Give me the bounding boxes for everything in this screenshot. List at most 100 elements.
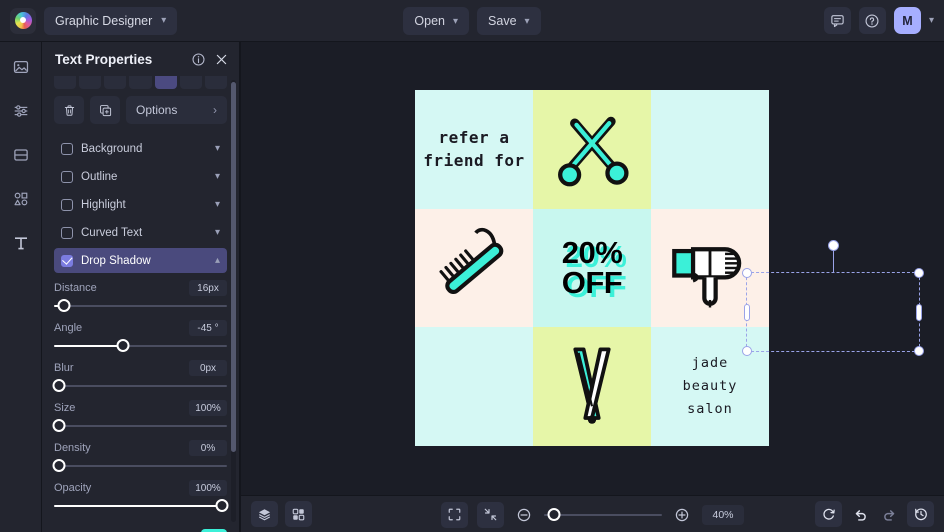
chevron-down-icon: ▾ xyxy=(214,171,220,182)
avatar[interactable]: M xyxy=(893,7,921,34)
section-outline[interactable]: Outline ▾ xyxy=(54,164,227,189)
delete-button[interactable] xyxy=(54,96,84,124)
section-label: Drop Shadow xyxy=(81,254,151,267)
artboard-cell-6[interactable] xyxy=(651,208,769,328)
align-center-button[interactable] xyxy=(154,76,177,89)
redo-button[interactable] xyxy=(878,503,900,525)
artboard-cell-9[interactable]: jade beauty salon xyxy=(651,327,769,446)
zoom-slider-track[interactable] xyxy=(544,507,662,522)
artboard-cell-1[interactable]: refer a friend for xyxy=(415,90,533,209)
chevron-down-icon: ▾ xyxy=(161,15,167,26)
close-button[interactable] xyxy=(214,52,229,67)
grid-button[interactable] xyxy=(285,501,312,527)
comb-icon xyxy=(439,227,504,295)
salon-name-text[interactable]: jade beauty salon xyxy=(683,352,738,421)
save-label: Save xyxy=(488,14,517,28)
artboard-cell-2[interactable] xyxy=(533,90,651,209)
zoom-slider-knob[interactable] xyxy=(547,507,561,521)
section-background[interactable]: Background ▾ xyxy=(54,136,227,161)
outline-checkbox[interactable] xyxy=(61,170,73,183)
distance-slider-knob[interactable] xyxy=(57,299,71,312)
artboard-cell-8[interactable] xyxy=(533,327,651,446)
refer-a-friend-text[interactable]: refer a friend for xyxy=(423,126,524,172)
resize-handle-top-right[interactable] xyxy=(914,268,924,278)
history-button[interactable] xyxy=(907,501,934,527)
zoom-level-value[interactable]: 40% xyxy=(702,504,744,525)
color-wheel-logo-icon xyxy=(14,12,32,29)
resize-handle-bottom-right[interactable] xyxy=(914,346,924,356)
reset-button[interactable] xyxy=(815,501,842,527)
options-button[interactable]: Options › xyxy=(126,96,227,124)
artboard[interactable]: refer a friend for 20% OFF jade beauty s… xyxy=(415,90,769,446)
account-chevron-down-icon[interactable]: ▾ xyxy=(929,15,934,26)
artboard-cell-4[interactable] xyxy=(415,208,533,328)
angle-slider-track[interactable] xyxy=(54,339,227,353)
sidebar-item-adjust[interactable] xyxy=(6,96,36,126)
artboard-cell-5[interactable]: 20% OFF xyxy=(533,208,651,328)
canvas-viewport[interactable]: refer a friend for 20% OFF jade beauty s… xyxy=(241,42,944,495)
text-icon xyxy=(14,237,27,250)
zoom-in-button[interactable] xyxy=(671,504,693,526)
open-button[interactable]: Open ▾ xyxy=(403,7,470,35)
rotate-handle[interactable] xyxy=(827,240,839,251)
duplicate-button[interactable] xyxy=(90,96,120,124)
collapse-button[interactable] xyxy=(477,501,504,528)
layers-button[interactable] xyxy=(251,501,278,527)
background-checkbox[interactable] xyxy=(61,142,73,155)
sidebar-item-layout[interactable] xyxy=(6,140,36,170)
section-drop-shadow[interactable]: Drop Shadow ▴ xyxy=(54,248,227,273)
document-name-chip[interactable]: Graphic Designer ▾ xyxy=(44,6,178,35)
align-left-button[interactable] xyxy=(129,76,152,89)
drop-shadow-checkbox[interactable] xyxy=(61,254,73,267)
app-logo[interactable] xyxy=(10,7,36,34)
section-curved-text[interactable]: Curved Text ▾ xyxy=(54,220,227,245)
adjustments-icon xyxy=(14,105,27,117)
options-label: Options xyxy=(136,103,178,117)
fit-screen-button[interactable] xyxy=(441,501,468,528)
artboard-cell-7[interactable] xyxy=(415,327,533,446)
size-slider-knob[interactable] xyxy=(52,419,66,432)
blur-slider-track[interactable] xyxy=(52,379,227,393)
align-justify-button[interactable] xyxy=(204,76,227,89)
layers-icon xyxy=(258,508,271,520)
comment-button[interactable] xyxy=(823,7,851,34)
density-slider-track[interactable] xyxy=(52,459,227,473)
size-slider-track[interactable] xyxy=(52,419,227,433)
artboard-cell-3[interactable] xyxy=(651,90,769,209)
slider-value[interactable]: 100% xyxy=(189,400,227,416)
slider-value[interactable]: 100% xyxy=(189,480,227,496)
curved-text-checkbox[interactable] xyxy=(61,226,73,239)
sidebar-item-image[interactable] xyxy=(6,52,36,82)
panel-scrollbar[interactable] xyxy=(231,80,236,522)
angle-slider-knob[interactable] xyxy=(116,339,130,352)
shapes-icon xyxy=(13,192,27,206)
slider-value[interactable]: 0px xyxy=(189,360,227,376)
slider-value[interactable]: -45 ° xyxy=(189,320,227,336)
zoom-out-button[interactable] xyxy=(513,504,535,526)
slider-label: Density xyxy=(54,442,91,454)
slider-value[interactable]: 0% xyxy=(189,440,227,456)
section-highlight[interactable]: Highlight ▾ xyxy=(54,192,227,217)
redo-icon xyxy=(883,509,894,521)
align-top-button[interactable] xyxy=(54,76,77,89)
help-button[interactable] xyxy=(858,7,886,34)
align-bottom-button[interactable] xyxy=(104,76,127,89)
align-middle-button[interactable] xyxy=(79,76,102,89)
save-button[interactable]: Save ▾ xyxy=(477,7,541,35)
discount-text[interactable]: 20% OFF xyxy=(562,237,623,297)
distance-slider-track[interactable] xyxy=(54,299,227,313)
info-button[interactable] xyxy=(191,52,206,67)
opacity-slider-knob[interactable] xyxy=(215,499,229,512)
blur-slider-knob[interactable] xyxy=(52,379,66,392)
slider-value[interactable]: 16px xyxy=(189,280,227,296)
resize-handle-middle-right[interactable] xyxy=(916,304,922,321)
align-right-button[interactable] xyxy=(179,76,202,89)
sidebar-item-elements[interactable] xyxy=(6,184,36,214)
opacity-slider-track[interactable] xyxy=(54,499,229,513)
highlight-checkbox[interactable] xyxy=(61,198,73,211)
density-slider-knob[interactable] xyxy=(52,459,66,472)
undo-button[interactable] xyxy=(849,503,871,525)
panel-scrollbar-thumb[interactable] xyxy=(231,82,236,452)
sidebar-item-text[interactable] xyxy=(6,228,36,258)
image-icon xyxy=(13,60,28,74)
